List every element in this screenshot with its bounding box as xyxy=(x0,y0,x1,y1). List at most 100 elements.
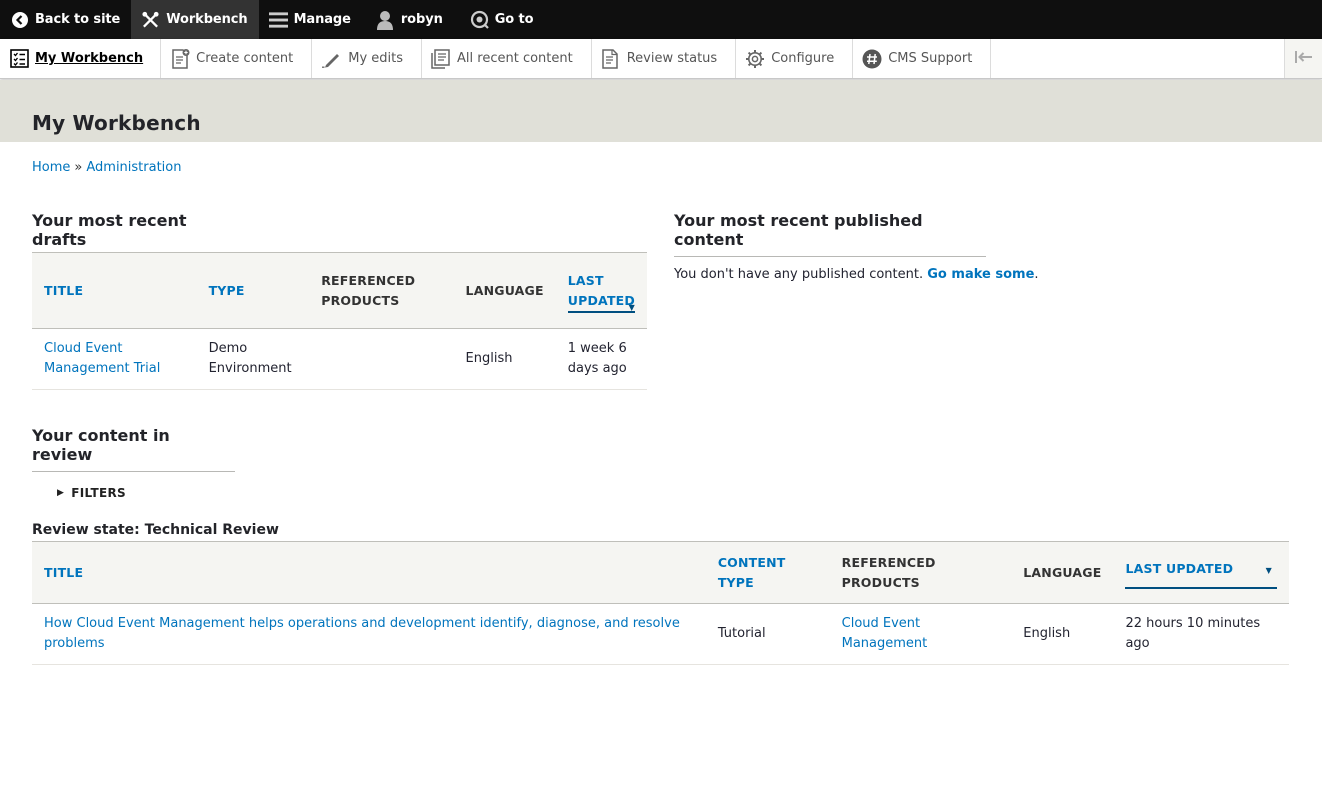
breadcrumb: Home » Administration xyxy=(32,160,182,175)
tray-all-recent-content[interactable]: All recent content xyxy=(422,39,592,78)
review-state-title: Review state: Technical Review xyxy=(32,522,279,538)
drafts-header-row: TITLE TYPE REFERENCED PRODUCTS LANGUAGE L… xyxy=(32,252,647,329)
drafts-col-referenced-products: REFERENCED PRODUCTS xyxy=(309,252,454,329)
tray-review-status-label: Review status xyxy=(626,51,718,66)
review-title-link[interactable]: How Cloud Event Management helps operati… xyxy=(32,603,706,665)
tray-my-workbench[interactable]: My Workbench xyxy=(0,39,162,78)
drafts-col-language-label: LANGUAGE xyxy=(465,282,544,298)
user-icon xyxy=(376,10,395,30)
review-products-link[interactable]: Cloud Event Management xyxy=(829,603,1012,665)
drafts-col-language: LANGUAGE xyxy=(453,252,556,329)
tray-review-status[interactable]: Review status xyxy=(592,39,737,78)
drafts-col-updated-wrap: LAST UPDATED ▼ xyxy=(567,271,635,313)
workbench-tab-label: Workbench xyxy=(166,12,248,27)
tray-my-edits-label: My edits xyxy=(348,51,404,66)
drafts-heading: Your most recent drafts xyxy=(32,211,245,257)
drafts-col-updated-line2: UPDATED xyxy=(567,292,635,308)
workbench-tray: My Workbench Create content My edits All… xyxy=(0,39,1322,79)
manage-tab[interactable]: Manage xyxy=(259,0,362,39)
tray-orientation-toggle[interactable] xyxy=(1284,39,1322,78)
compass-icon xyxy=(470,10,489,29)
tray-my-workbench-label: My Workbench xyxy=(35,51,144,66)
table-row: How Cloud Event Management helps operati… xyxy=(32,603,1289,665)
drafts-col-title[interactable]: TITLE xyxy=(32,252,197,329)
manage-tab-label: Manage xyxy=(293,12,351,27)
drafts-col-title-label: TITLE xyxy=(44,282,84,298)
breadcrumb-separator: » xyxy=(74,160,83,175)
go-to-tab-label: Go to xyxy=(494,12,534,27)
draft-products xyxy=(309,328,454,390)
review-col-referenced-products: REFERENCED PRODUCTS xyxy=(829,541,1012,604)
page-title: My Workbench xyxy=(32,111,201,135)
triangle-right-icon: ▶ xyxy=(57,488,65,498)
user-tab[interactable]: robyn xyxy=(362,0,454,39)
collapse-left-icon xyxy=(1294,50,1314,68)
documents-icon xyxy=(431,48,451,69)
review-heading: Your content in review xyxy=(32,426,235,472)
add-document-icon xyxy=(170,48,190,69)
workbench-tab[interactable]: Workbench xyxy=(131,0,259,39)
drafts-col-type[interactable]: TYPE xyxy=(196,252,310,329)
draft-language: English xyxy=(453,328,556,390)
review-col-title-label: TITLE xyxy=(44,564,84,580)
review-col-ref-line2: PRODUCTS xyxy=(841,574,920,590)
tray-configure[interactable]: Configure xyxy=(736,39,854,78)
review-products-line2: Management xyxy=(841,636,928,651)
breadcrumb-administration[interactable]: Administration xyxy=(86,160,181,175)
review-col-content-type[interactable]: CONTENT TYPE xyxy=(705,541,830,604)
tray-cms-support-label: CMS Support xyxy=(888,51,973,66)
review-language: English xyxy=(1011,603,1114,665)
review-col-ctype-line2: TYPE xyxy=(717,574,754,590)
review-table: TITLE CONTENT TYPE REFERENCED PRODUCTS LAN… xyxy=(32,541,1289,665)
drafts-col-ref-line1: REFERENCED xyxy=(321,272,416,288)
wrench-cross-icon xyxy=(141,10,160,29)
review-col-last-updated[interactable]: LAST UPDATED ▼ xyxy=(1113,541,1289,604)
checklist-icon xyxy=(9,49,29,69)
review-col-title[interactable]: TITLE xyxy=(32,541,706,604)
draft-type: Demo Environment xyxy=(196,328,310,390)
drafts-col-updated-line1: LAST xyxy=(567,272,604,288)
review-updated-line1: 22 hours 10 minutes xyxy=(1125,616,1261,631)
sort-desc-icon: ▼ xyxy=(1265,565,1272,575)
review-col-language-label: LANGUAGE xyxy=(1023,564,1102,580)
user-tab-label: robyn xyxy=(400,12,443,27)
review-col-language: LANGUAGE xyxy=(1011,541,1114,604)
draft-title-line1: Cloud Event xyxy=(44,341,123,356)
draft-title-link[interactable]: Cloud Event Management Trial xyxy=(32,328,197,390)
draft-title-line2: Management Trial xyxy=(44,361,161,376)
review-updated: 22 hours 10 minutes ago xyxy=(1113,603,1289,665)
drafts-col-ref-line2: PRODUCTS xyxy=(321,292,400,308)
review-title-line1: How Cloud Event Management helps operati… xyxy=(44,616,680,631)
published-heading: Your most recent published content xyxy=(674,211,986,257)
breadcrumb-home[interactable]: Home xyxy=(32,160,70,175)
filters-label: FILTERS xyxy=(71,486,126,500)
tray-create-content[interactable]: Create content xyxy=(161,39,313,78)
draft-type-line1: Demo xyxy=(208,341,248,356)
review-type: Tutorial xyxy=(705,603,830,665)
published-empty-message: You don't have any published content. Go… xyxy=(674,267,1039,282)
draft-updated: 1 week 6 days ago xyxy=(555,328,647,390)
go-to-tab[interactable]: Go to xyxy=(454,0,545,39)
filters-toggle[interactable]: ▶ FILTERS xyxy=(57,486,126,500)
go-make-some-link[interactable]: Go make some xyxy=(927,267,1034,282)
published-empty-text: You don't have any published content. xyxy=(674,267,924,282)
tray-configure-label: Configure xyxy=(771,51,835,66)
review-updated-line2: ago xyxy=(1125,636,1150,651)
sort-desc-icon: ▼ xyxy=(628,302,635,312)
review-col-ctype-line1: CONTENT xyxy=(717,554,786,570)
drafts-table: TITLE TYPE REFERENCED PRODUCTS LANGUAGE L… xyxy=(32,252,647,390)
review-col-updated-label: LAST UPDATED xyxy=(1125,560,1234,576)
admin-toolbar: Back to site Workbench Manage robyn Go t… xyxy=(0,0,1322,39)
draft-type-line2: Environment xyxy=(208,361,292,376)
draft-updated-line1: 1 week 6 xyxy=(567,341,627,356)
pencil-icon xyxy=(322,49,342,69)
back-to-site-label: Back to site xyxy=(35,12,121,27)
review-header-row: TITLE CONTENT TYPE REFERENCED PRODUCTS LAN… xyxy=(32,541,1289,604)
back-to-site-link[interactable]: Back to site xyxy=(0,0,131,39)
review-document-icon xyxy=(601,48,621,69)
drafts-col-last-updated[interactable]: LAST UPDATED ▼ xyxy=(555,252,647,329)
hamburger-icon xyxy=(268,10,288,29)
tray-my-edits[interactable]: My edits xyxy=(312,39,423,78)
tray-cms-support[interactable]: CMS Support xyxy=(853,39,992,78)
slack-icon xyxy=(862,49,882,69)
